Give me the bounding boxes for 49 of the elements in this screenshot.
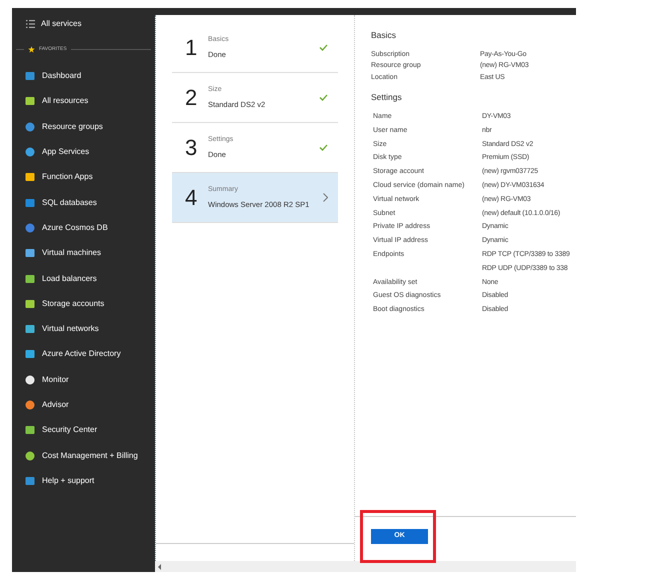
- square-icon: [25, 71, 35, 82]
- circle-icon: [25, 147, 35, 158]
- square-icon: [25, 298, 35, 309]
- circle-icon: [25, 400, 35, 410]
- sidebar-item[interactable]: Storage accounts: [12, 291, 155, 316]
- circle-icon: [25, 450, 35, 461]
- checkmark-icon: [319, 44, 328, 51]
- square-icon: [25, 248, 35, 258]
- sidebar-item[interactable]: Virtual machines: [12, 240, 155, 266]
- sidebar-item[interactable]: Virtual networks: [12, 316, 155, 342]
- sidebar-item[interactable]: Security Center: [12, 418, 155, 443]
- scroll-left-icon: [158, 564, 161, 570]
- sidebar-item[interactable]: Function Apps: [12, 164, 155, 190]
- all-services-link[interactable]: All services: [12, 8, 155, 46]
- square-icon: [25, 425, 35, 436]
- square-icon: [25, 476, 35, 486]
- square-icon: [25, 198, 35, 208]
- sidebar-item[interactable]: Cost Management + Billing: [12, 442, 155, 468]
- square-icon: [25, 349, 35, 360]
- step-number: 3: [185, 134, 198, 162]
- checkmark-icon: [319, 94, 328, 101]
- sidebar-item[interactable]: Monitor: [12, 367, 155, 392]
- horizontal-scrollbar[interactable]: [155, 561, 576, 572]
- square-icon: [25, 172, 35, 182]
- sidebar-item[interactable]: App Services: [12, 139, 155, 165]
- step-number: 1: [185, 34, 198, 62]
- sidebar-item[interactable]: Help + support: [12, 468, 155, 494]
- list-icon: [26, 20, 35, 28]
- step-number: 2: [185, 84, 198, 112]
- step-number: 4: [185, 184, 198, 212]
- sidebar-item[interactable]: Advisor: [12, 392, 155, 418]
- sidebar-item[interactable]: Resource groups: [12, 114, 155, 140]
- sidebar-item[interactable]: All resources: [12, 88, 155, 114]
- sidebar-item[interactable]: SQL databases: [12, 190, 155, 216]
- sidebar-item[interactable]: Azure Active Directory: [12, 342, 155, 368]
- sidebar-item[interactable]: Dashboard: [12, 64, 155, 89]
- star-icon: [28, 46, 35, 54]
- section-heading: Basics: [371, 29, 398, 42]
- square-icon: [25, 324, 35, 334]
- checkmark-icon: [319, 144, 328, 151]
- square-icon: [25, 96, 35, 106]
- circle-icon: [25, 374, 35, 385]
- sidebar-item[interactable]: Load balancers: [12, 266, 155, 292]
- circle-icon: [25, 122, 35, 132]
- chevron-right-icon: [323, 193, 328, 202]
- sidebar-item[interactable]: Azure Cosmos DB: [12, 215, 155, 241]
- square-icon: [25, 274, 35, 284]
- circle-icon: [25, 222, 35, 233]
- section-heading: Settings: [371, 91, 403, 104]
